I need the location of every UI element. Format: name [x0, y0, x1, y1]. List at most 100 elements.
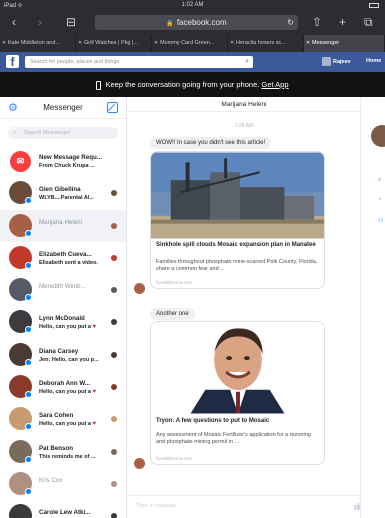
facebook-search-input[interactable]: Search for people, places and things ⌕: [25, 56, 253, 68]
get-app-banner: Keep the conversation going from your ph…: [0, 72, 385, 97]
search-icon[interactable]: ⌕: [245, 56, 249, 68]
message-bubble: Another one: [150, 308, 195, 320]
conversation-item[interactable]: Glen Gibellina WLYB....Parental Al...: [0, 177, 126, 209]
new-tab-icon[interactable]: +: [339, 15, 346, 29]
messenger-badge-icon: [25, 391, 32, 399]
conversation-snippet: Jen: Hello, can you p...: [39, 356, 99, 363]
share-icon[interactable]: ⇧: [312, 15, 322, 29]
search-icon[interactable]: ⌕: [378, 177, 385, 183]
tab-messenger[interactable]: ✕ Messenger: [304, 35, 385, 52]
article-description: Any assessment of Mosaic Fertilizer's ap…: [156, 432, 311, 445]
bell-icon[interactable]: ◔: [378, 197, 385, 203]
conversation-item[interactable]: Kris Cox: [0, 468, 126, 500]
conversation-snippet: Elizabeth sent a video.: [39, 259, 98, 266]
conversation-item[interactable]: Pat Benson This reminds me of ...: [0, 436, 126, 468]
people-icon[interactable]: ⚇: [378, 217, 385, 224]
tabs-icon[interactable]: ⧉: [364, 15, 373, 29]
conversation-snippet: Hello, can you put a ♥: [39, 324, 97, 331]
conversation-item[interactable]: Meredith Wimb...: [0, 274, 126, 306]
tab-2[interactable]: ✕ Grill Watches | Pkg |...: [76, 35, 152, 52]
conversation-item[interactable]: ✉ New Message Requ... From Chuck Krupa ...: [0, 145, 126, 177]
conversation-snippet: Hello, can you put a ♥: [39, 389, 97, 396]
avatar: [9, 504, 32, 518]
messenger-badge-icon: [25, 197, 32, 205]
article-headline: Sinkhole spill clouds Mosaic expansion p…: [156, 242, 316, 248]
messenger-badge-icon: [25, 229, 32, 237]
messenger-badge-icon: [25, 294, 32, 302]
messenger-badge-icon: [25, 455, 32, 463]
url-text: facebook.com: [176, 18, 227, 27]
close-tab-icon[interactable]: ✕: [2, 35, 6, 52]
tab-1[interactable]: ✕ Kate Middleton and...: [0, 35, 76, 52]
link-card[interactable]: Sinkhole spill clouds Mosaic expansion p…: [150, 151, 325, 289]
message-input[interactable]: Type a message...: [136, 503, 181, 509]
messenger-badge-icon: [25, 358, 32, 366]
search-icon: ⌕: [13, 130, 17, 136]
tab-4[interactable]: ✕ Heraclia hosers sc...: [228, 35, 304, 52]
composer[interactable]: Type a message...: [128, 495, 363, 518]
browser-toolbar: ‹ › ⊟ 🔒 facebook.com ↻ ⇧ + ⧉: [0, 12, 385, 34]
article-source: heraldtribune.com: [156, 280, 193, 285]
conversation-name: Glen Gibellina: [39, 186, 81, 194]
conversation-name: Meredith Wimb...: [39, 283, 86, 291]
back-icon[interactable]: ‹: [12, 15, 16, 29]
article-image: [151, 152, 324, 239]
avatar: [322, 57, 331, 66]
article-source: heraldtribune.com: [156, 456, 193, 461]
conversation-snippet: From Chuck Krupa ...: [39, 163, 95, 169]
messenger-badge-icon: [25, 261, 32, 269]
facebook-logo[interactable]: f: [6, 55, 19, 69]
phone-icon: [96, 80, 102, 90]
reload-icon[interactable]: ↻: [287, 15, 294, 30]
conversation-item[interactable]: Deborah Ann W... Hello, can you put a ♥: [0, 371, 126, 403]
compose-icon[interactable]: [107, 102, 118, 113]
conversation-name: Lynn McDonald: [39, 315, 85, 323]
messenger-badge-icon: [25, 487, 32, 495]
tab-3[interactable]: ✕ Mommy Card Green...: [152, 35, 228, 52]
close-tab-icon[interactable]: ✕: [78, 35, 82, 52]
conversation-title: Marijana Heleni: [221, 101, 267, 108]
home-link[interactable]: Home: [366, 58, 381, 64]
conversation-item[interactable]: Sara Cohen Hello, can you put a ♥: [0, 403, 126, 435]
conversation-snippet: Hello, can you put a ♥: [39, 421, 97, 428]
close-tab-icon[interactable]: ✕: [154, 35, 158, 52]
heart-icon: ♥: [92, 421, 97, 428]
conversation-item[interactable]: Lynn McDonald Hello, can you put a ♥: [0, 306, 126, 338]
heart-icon: ♥: [92, 389, 97, 396]
profile-link[interactable]: Rajeev: [322, 57, 351, 66]
seen-avatar: [111, 416, 117, 423]
screen: iPad ≎ 1:02 AM ‹ › ⊟ 🔒 facebook.com ↻ ⇧ +…: [0, 0, 385, 518]
conversation-snippet: This reminds me of ...: [39, 453, 96, 460]
address-bar[interactable]: 🔒 facebook.com ↻: [95, 15, 298, 30]
messenger-search-input[interactable]: ⌕ Search Messenger: [8, 127, 118, 139]
conversation-item[interactable]: Elizabeth Cueva... Elizabeth sent a video…: [0, 242, 126, 274]
seen-avatar: [111, 222, 117, 229]
avatar: [371, 125, 385, 147]
conversation-list-panel: ⚙ Messenger ⌕ Search Messenger ✉ New Mess…: [0, 97, 127, 518]
seen-avatar: [111, 351, 117, 358]
conversation-name: New Message Requ...: [39, 154, 102, 161]
article-image: [151, 322, 324, 414]
conversation-item[interactable]: Carole Lew Atki...: [0, 500, 126, 518]
conversation-name: Deborah Ann W...: [39, 380, 90, 388]
conversation-item[interactable]: Diana Carsey Jen: Hello, can you p...: [0, 339, 126, 371]
conversation-item[interactable]: Marijana Heleni: [0, 209, 126, 242]
conversation-list: ✉ New Message Requ... From Chuck Krupa ...…: [0, 145, 126, 518]
seen-avatar: [111, 190, 117, 197]
forward-icon[interactable]: ›: [38, 15, 42, 29]
seen-avatar: [111, 319, 117, 326]
conversation-name: Sara Cohen: [39, 412, 74, 420]
messenger-badge-icon: [25, 326, 32, 334]
status-bar: iPad ≎ 1:02 AM: [0, 0, 385, 12]
close-tab-icon[interactable]: ✕: [230, 35, 234, 52]
seen-avatar: [111, 384, 117, 391]
avatar: [134, 458, 145, 469]
divider: [128, 111, 360, 112]
tab-bar: ✕ Kate Middleton and... ✕ Grill Watches | …: [0, 35, 385, 52]
close-tab-icon[interactable]: ✕: [306, 35, 310, 52]
get-app-link[interactable]: Get App: [261, 80, 288, 89]
seen-avatar: [111, 448, 117, 455]
link-card[interactable]: Tryon: A few questions to put to Mosaic …: [150, 321, 325, 465]
conversation-name: Elizabeth Cueva...: [39, 250, 92, 258]
bookmarks-icon[interactable]: ⊟: [66, 15, 76, 29]
